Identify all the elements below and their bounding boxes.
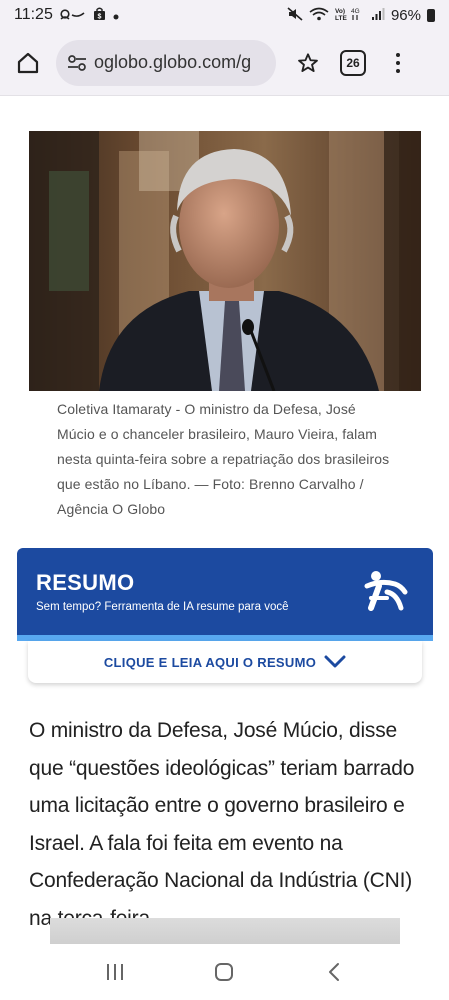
article-paragraph: O ministro da Defesa, José Múcio, disse … [29,719,415,930]
read-summary-label: CLIQUE E LEIA AQUI O RESUMO [103,654,317,670]
tab-count: 26 [346,55,360,70]
wifi-icon [309,7,329,23]
dot-icon [113,9,119,22]
article-photo [29,131,421,391]
bookmark-button[interactable] [290,43,326,83]
back-chevron-icon [329,963,340,981]
battery-percent: 96% [390,6,421,24]
ai-reader-icon [364,571,408,611]
tab-switcher-button[interactable]: 26 [340,49,366,76]
svg-text:Vo): Vo) [335,8,345,15]
status-time: 11:25 [14,6,53,23]
site-settings-icon[interactable] [66,52,88,74]
status-bar: 11:25 $ Vo) LTE 4G 96% [0,0,449,30]
photo-caption: Coletiva Itamaraty - O ministro da Defes… [57,401,390,517]
home-square-icon [215,963,234,981]
volte-icon: Vo) LTE 4G [335,7,365,23]
address-bar[interactable]: oglobo.globo.com/g [56,39,276,86]
ad-placeholder [50,918,400,944]
signal-icon [371,7,385,23]
dot-icon [396,60,400,65]
home-nav-button[interactable] [204,952,244,992]
chevron-down-icon [324,655,346,668]
svg-text:$: $ [97,14,101,21]
dot-icon [396,52,400,57]
resumo-card: RESUMO Sem tempo? Ferramenta de IA resum… [17,548,433,639]
svg-text:LTE: LTE [335,15,347,21]
back-button[interactable] [314,952,354,992]
shopping-bag-icon: $ [93,7,106,23]
battery-icon [427,8,435,22]
mute-icon [287,7,303,23]
system-nav-bar [0,944,449,1000]
url-text: oglobo.globo.com/g [94,52,252,72]
dot-icon [396,68,400,73]
resumo-title: RESUMO [36,570,135,595]
voicemail-icon [60,8,86,22]
recent-apps-button[interactable] [95,952,135,992]
more-menu-button[interactable] [388,43,408,83]
star-icon [298,52,318,72]
recents-icon [106,964,123,980]
home-icon [17,52,39,73]
svg-text:4G: 4G [351,8,360,15]
resumo-subtitle: Sem tempo? Ferramenta de IA resume para … [36,601,289,613]
home-button[interactable] [8,43,48,83]
browser-toolbar: oglobo.globo.com/g 26 [0,30,449,96]
read-summary-button[interactable]: CLIQUE E LEIA AQUI O RESUMO [28,641,422,683]
